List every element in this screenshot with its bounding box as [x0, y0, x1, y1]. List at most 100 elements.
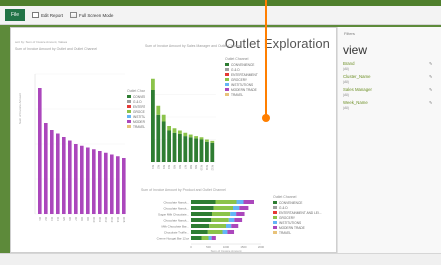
legend-title: Outlet Channel — [127, 89, 145, 93]
filter-sales-manager[interactable]: Sales Manager (All) ✎ — [343, 87, 433, 97]
chart-title: Sum of Invoice Amount by Outlet and Outl… — [15, 47, 98, 51]
bar — [161, 121, 166, 162]
filter-brand-value: (All) — [343, 67, 349, 71]
bar — [191, 200, 216, 204]
bar — [211, 236, 216, 240]
filter-week-value: (All) — [343, 106, 349, 110]
report-canvas[interactable]: Outlet Exploration sort by: Sum of Invoi… — [10, 27, 337, 253]
bar — [222, 230, 228, 234]
legend-label: CONVENIENCE — [279, 201, 302, 205]
bar — [227, 230, 235, 234]
chart-sales-manager[interactable]: Sum of Invoice Amount by Sales Manager a… — [145, 44, 265, 204]
bar — [56, 133, 60, 214]
full-screen-icon — [70, 12, 78, 18]
bar — [156, 105, 161, 115]
edit-filter-icon[interactable]: ✎ — [429, 88, 433, 92]
bar — [231, 224, 239, 228]
bar — [167, 130, 171, 162]
bar — [172, 132, 177, 162]
y-tick-label: Chocolate Truffle... — [164, 230, 189, 234]
bar — [210, 140, 215, 143]
legend-swatch — [127, 100, 131, 103]
legend-label: INSTITUTIONS — [279, 221, 301, 225]
x-tick-label: M1 — [151, 165, 155, 169]
chart-outlets[interactable]: sort by: Sum of Invoice Amount, Values S… — [15, 40, 145, 250]
bar — [212, 212, 231, 216]
bar — [207, 230, 223, 234]
filter-week[interactable]: Week_Name (All) ✎ — [343, 100, 433, 110]
legend-label: TRAVEL — [231, 93, 243, 97]
y-tick-label: Sugar Milk Chocolate... — [158, 212, 189, 216]
legend-label: GROCERY — [279, 216, 296, 220]
legend-label: INSTITUTIONS — [133, 115, 145, 119]
chart-svg: Chocolate Nanuk... Chocolate Nanuk... Suga… — [157, 195, 322, 252]
edit-report-button[interactable]: Edit Report — [32, 12, 63, 18]
filter-brand[interactable]: Brand (All) ✎ — [343, 61, 433, 71]
x-tick-label: M2 — [156, 165, 160, 169]
bar — [104, 152, 108, 214]
bar — [178, 130, 182, 134]
x-tick-label: O4 — [56, 217, 60, 221]
y-tick-label: Creme Nougat Bar 12oz — [157, 236, 190, 240]
edit-filter-icon[interactable]: ✎ — [429, 62, 433, 66]
bar — [211, 218, 229, 222]
legend-swatch — [273, 231, 277, 234]
bar — [236, 212, 245, 216]
bar — [183, 136, 188, 162]
bar — [161, 114, 166, 122]
bar — [110, 154, 114, 214]
legend-label: INSTITUTIONS — [231, 83, 253, 87]
edit-filter-icon[interactable]: ✎ — [429, 75, 433, 79]
bar — [172, 128, 177, 133]
x-tick-label: M11 — [205, 165, 209, 171]
file-tab[interactable]: File — [5, 9, 26, 21]
x-tick-label: O5 — [62, 217, 66, 221]
x-tick-label: M4 — [167, 165, 171, 169]
bar — [194, 138, 198, 162]
edit-icon — [32, 12, 40, 18]
legend-swatch — [225, 73, 229, 76]
x-tick-label: M8 — [189, 165, 193, 169]
bar — [234, 218, 243, 222]
bar — [210, 142, 215, 162]
legend-swatch — [127, 105, 131, 108]
legend-swatch — [273, 201, 277, 204]
x-tick-label: O2 — [44, 217, 48, 221]
chart-products[interactable]: Sum of Invoice Amount by Product and Out… — [141, 188, 337, 252]
bar — [191, 224, 210, 228]
chart-svg: O1 O2 O3 O4 O5 O6 O7 O8 O9 O10 O11 O12 O13 O14 O15 Sum … — [18, 73, 145, 223]
bar — [191, 236, 202, 240]
filter-sales-manager-value: (All) — [343, 93, 349, 97]
filter-week-name: Week_Name — [343, 100, 368, 105]
bar — [233, 206, 240, 210]
bar — [191, 206, 214, 210]
legend-label: MODERN TRADE — [133, 120, 145, 124]
legend-swatch — [225, 88, 229, 91]
bar — [167, 126, 171, 131]
view-heading: view — [343, 43, 368, 57]
bar — [178, 133, 182, 162]
legend-label: TRAVEL — [279, 231, 291, 235]
chart-title: Sum of Invoice Amount by Product and Out… — [141, 188, 226, 192]
legend-label: G & D — [279, 206, 288, 210]
x-tick-label: O11 — [98, 217, 102, 223]
full-screen-button[interactable]: Full Screen Mode — [70, 12, 113, 18]
y-tick-label: Chocolate Nanuk... — [163, 200, 189, 204]
legend-label: TRAVEL — [133, 125, 145, 129]
x-tick-label: O7 — [74, 217, 78, 221]
legend-swatch — [225, 68, 229, 71]
legend-swatch — [225, 83, 229, 86]
bar — [191, 218, 212, 222]
filter-cluster[interactable]: Cluster_Name (All) ✎ — [343, 74, 433, 84]
edit-filter-icon[interactable]: ✎ — [429, 101, 433, 105]
status-bar — [0, 253, 441, 265]
legend-label: CONVENIENCE — [231, 63, 254, 67]
bar — [80, 145, 84, 214]
x-tick-label: O14 — [116, 217, 120, 223]
filter-sales-manager-name: Sales Manager — [343, 87, 372, 92]
legend-swatch — [127, 115, 131, 118]
legend-title: Outlet Channel — [225, 57, 249, 61]
x-tick-label: O1 — [38, 217, 42, 221]
x-tick-label: O15 — [122, 217, 126, 223]
legend-label: MODERN TRADE — [231, 88, 257, 92]
